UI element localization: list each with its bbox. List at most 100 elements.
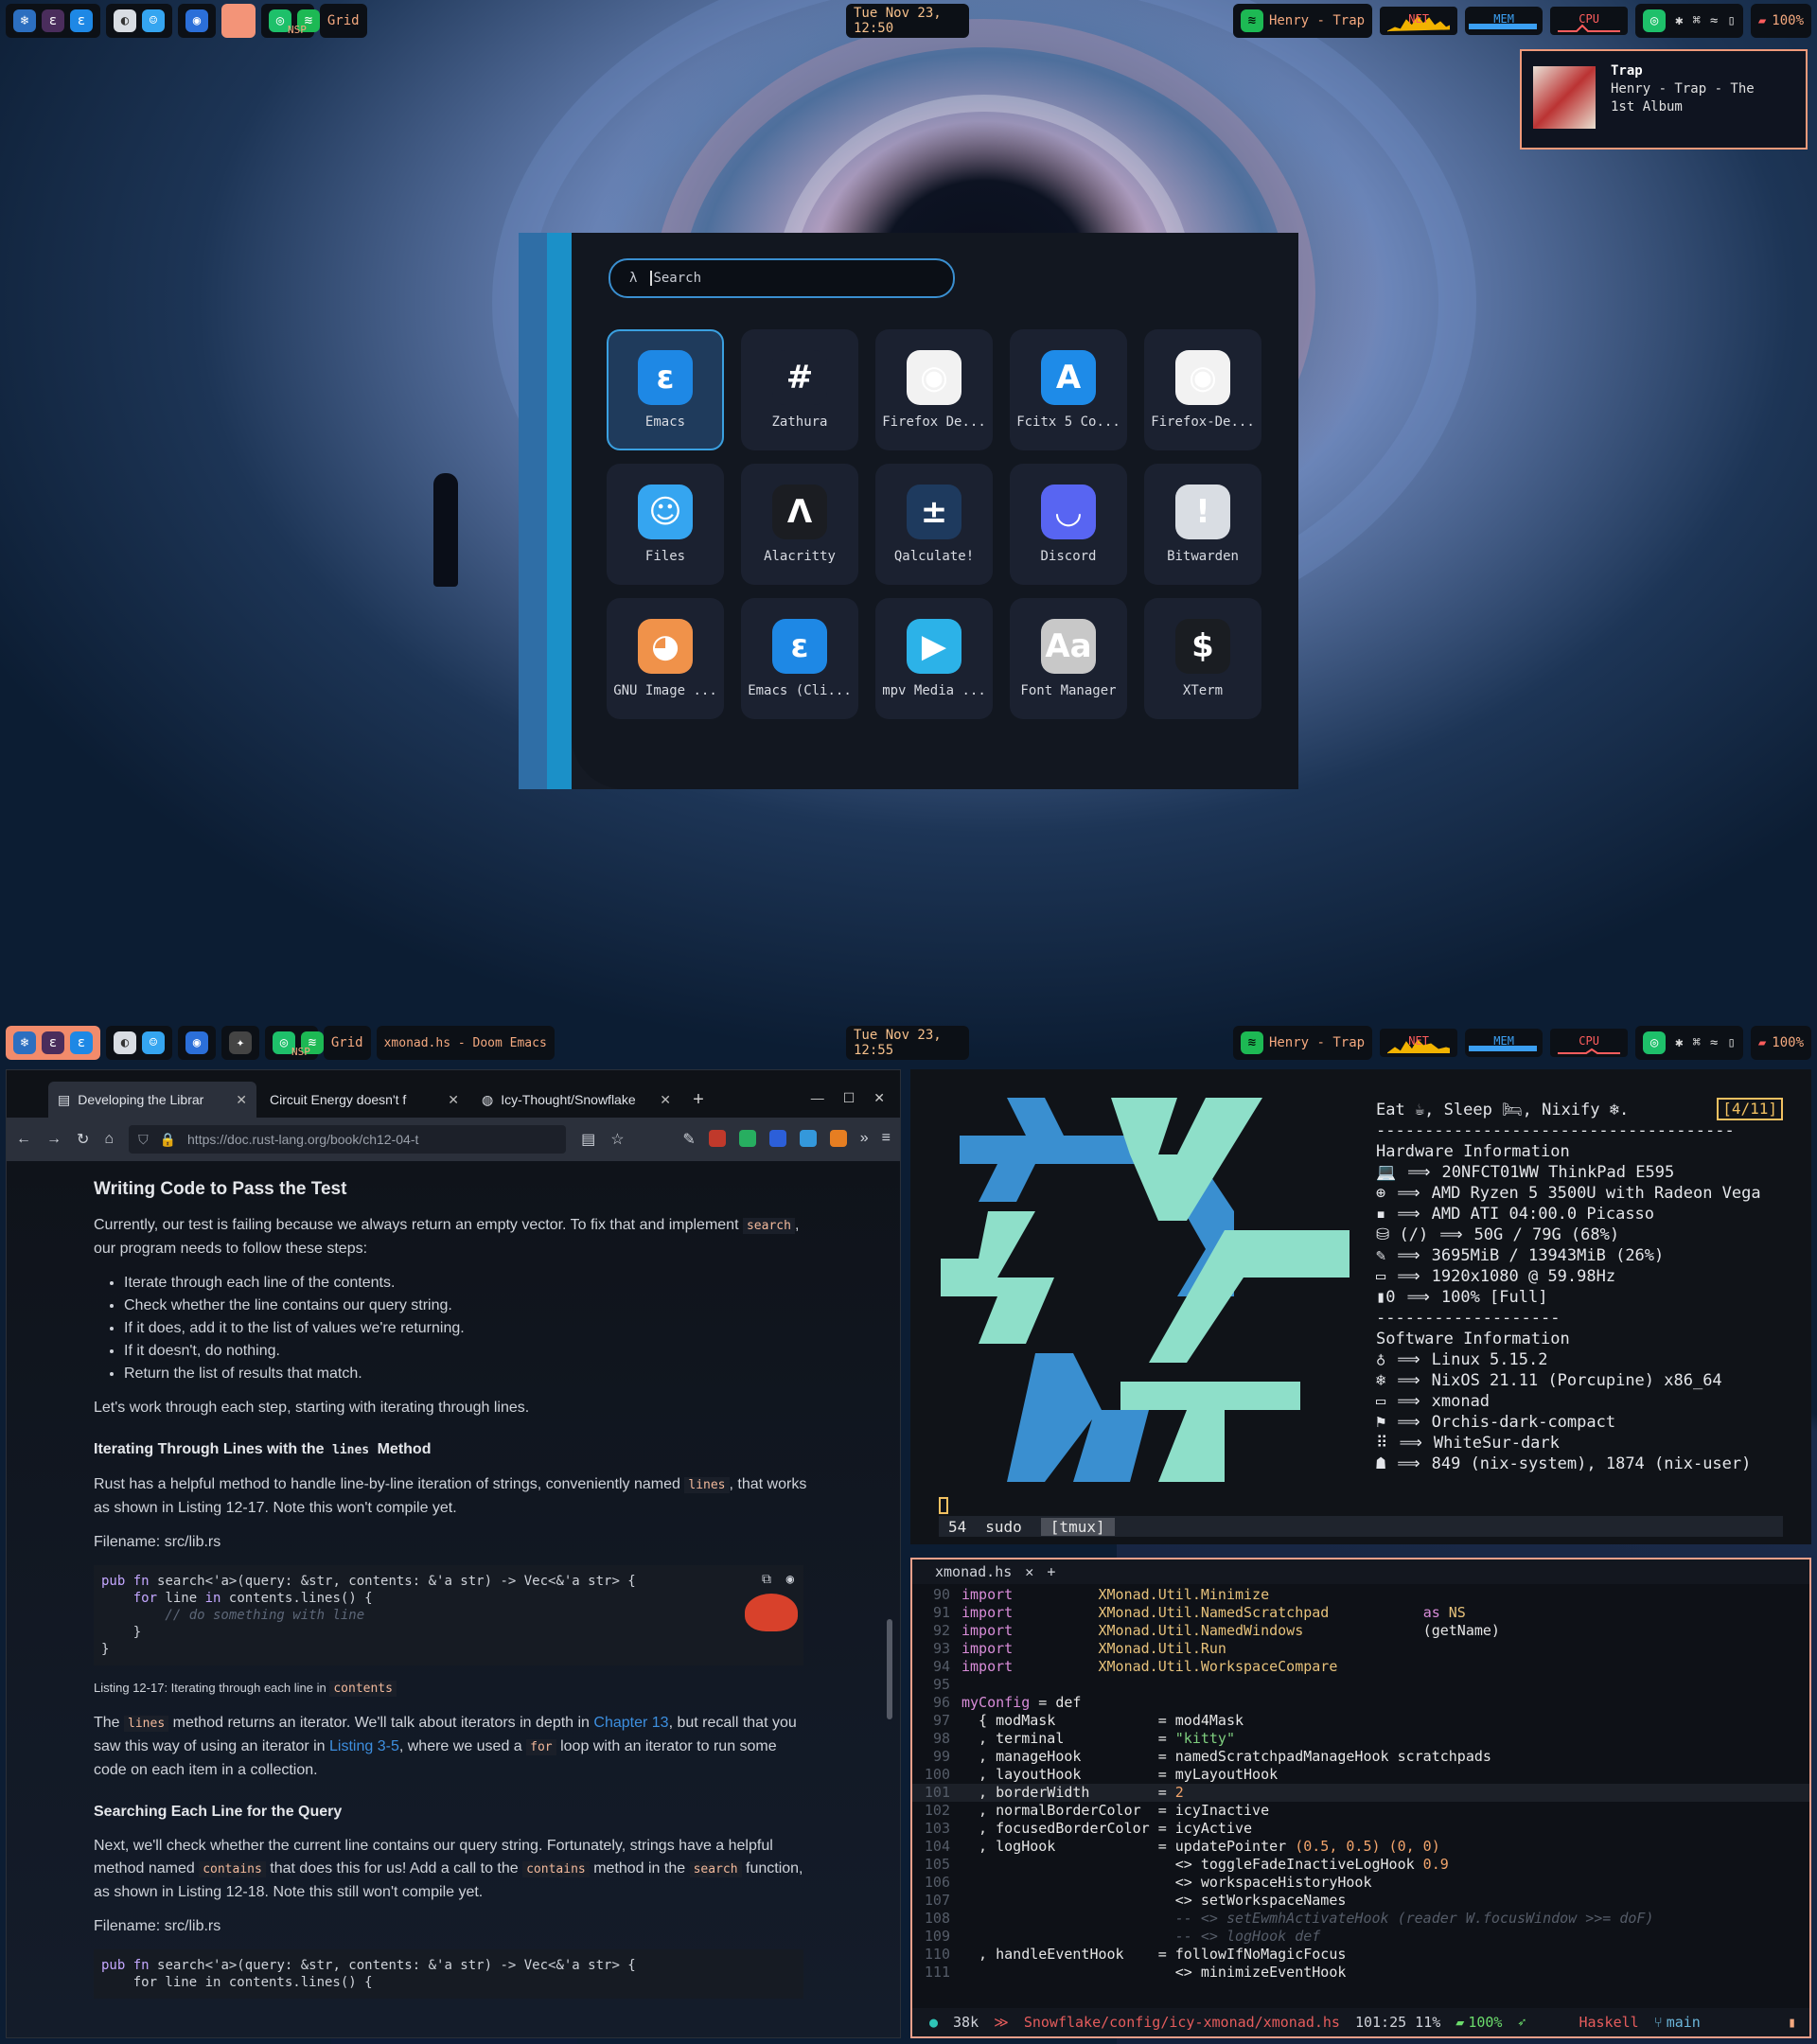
wrench-icon[interactable]: ✎ bbox=[682, 1130, 695, 1149]
code-token: XMonad.Util.WorkspaceCompare bbox=[1098, 1658, 1338, 1675]
app-tile[interactable]: Aa Font Manager bbox=[1010, 598, 1127, 719]
music-notification[interactable]: Trap Henry - Trap - The 1st Album bbox=[1520, 49, 1808, 150]
overflow-icon[interactable]: » bbox=[860, 1130, 869, 1149]
app-tile[interactable]: ◡ Discord bbox=[1010, 464, 1127, 585]
xterm-icon: $ bbox=[1175, 619, 1230, 674]
spotify-widget[interactable]: ≋ Henry - Trap bbox=[1232, 1026, 1373, 1060]
app-tile[interactable]: ± Qalculate! bbox=[875, 464, 993, 585]
url-bar[interactable]: ⛉ 🔒 https://doc.rust-lang.org/book/ch12-… bbox=[129, 1125, 567, 1154]
filename: Filename: src/lib.rs bbox=[94, 1534, 221, 1550]
workspace-2[interactable]: ◐ ☺ bbox=[106, 1026, 172, 1060]
file-tab[interactable]: xmonad.hs bbox=[935, 1563, 1012, 1580]
chapter-13-link[interactable]: Chapter 13 bbox=[593, 1715, 668, 1731]
app-tile[interactable]: ☺ Files bbox=[607, 464, 724, 585]
phone-icon[interactable]: ▯ bbox=[1727, 13, 1735, 28]
battery-widget: ▰ 100% bbox=[1750, 4, 1811, 38]
arrow-icon: ⟹ bbox=[1397, 1413, 1420, 1432]
app-tile[interactable]: A Fcitx 5 Co... bbox=[1010, 329, 1127, 450]
close-icon[interactable]: ✕ bbox=[660, 1092, 671, 1108]
app-tile[interactable]: ◉ Firefox-De... bbox=[1144, 329, 1261, 450]
launcher-search[interactable]: λ Search bbox=[609, 258, 955, 298]
forward-icon[interactable]: → bbox=[46, 1131, 62, 1148]
new-tab-button[interactable]: + bbox=[684, 1082, 713, 1118]
code-token: XMonad.Util.Run bbox=[1098, 1640, 1226, 1657]
app-label: Files bbox=[644, 549, 686, 564]
workspace-1-active[interactable]: ❄ ε ε bbox=[6, 1026, 100, 1060]
layout-indicator[interactable]: Grid bbox=[323, 1026, 371, 1060]
app-tile[interactable]: ! Bitwarden bbox=[1144, 464, 1261, 585]
save-icon[interactable] bbox=[799, 1130, 817, 1147]
url-text[interactable]: https://doc.rust-lang.org/book/ch12-04-t bbox=[187, 1132, 418, 1147]
bluetooth-icon[interactable]: ✱ bbox=[1675, 1035, 1683, 1050]
ublock-icon[interactable] bbox=[708, 1130, 726, 1147]
minimize-icon[interactable]: — bbox=[811, 1090, 824, 1106]
tmux-session[interactable]: [tmux] bbox=[1040, 1517, 1115, 1536]
app-tile[interactable]: Λ Alacritty bbox=[741, 464, 858, 585]
workspace-nsp[interactable]: ◎ ≋ NSP bbox=[261, 4, 320, 38]
close-icon[interactable]: ✕ bbox=[236, 1092, 247, 1108]
workspace-4-active[interactable] bbox=[221, 4, 256, 38]
app-tile[interactable]: ◕ GNU Image ... bbox=[607, 598, 724, 719]
code-line: 90 import XMonad.Util.Minimize bbox=[912, 1586, 1809, 1604]
arrow-icon: ⟹ bbox=[1406, 1288, 1430, 1307]
app-tile[interactable]: ε Emacs (Cli... bbox=[741, 598, 858, 719]
listing-caption: Listing 12-17: Iterating through each li… bbox=[94, 1677, 813, 1700]
workspace-2[interactable]: ◐ ☺ bbox=[106, 4, 172, 38]
code-line: 108 -- <> setEwmhActivateHook (reader W.… bbox=[912, 1910, 1809, 1928]
workspace-nsp[interactable]: ◎ ≋ NSP bbox=[265, 1026, 324, 1060]
maximize-icon[interactable]: ☐ bbox=[843, 1090, 856, 1106]
app-label: Bitwarden bbox=[1167, 549, 1239, 564]
list-item: If it does, add it to the list of values… bbox=[124, 1317, 900, 1340]
code-editor[interactable]: 90 import XMonad.Util.Minimize 91 import XM… bbox=[912, 1586, 1809, 2008]
phone-icon[interactable]: ▯ bbox=[1727, 1035, 1735, 1050]
app-tile[interactable]: ▶ mpv Media ... bbox=[875, 598, 993, 719]
back-icon[interactable]: ← bbox=[16, 1131, 31, 1148]
command-icon[interactable]: ⌘ bbox=[1693, 1035, 1701, 1050]
systray[interactable]: ◎ ✱ ⌘ ≈ ▯ bbox=[1635, 1026, 1743, 1060]
extension-icon[interactable] bbox=[738, 1130, 756, 1147]
code-token: import bbox=[961, 1586, 1014, 1603]
layout-indicator[interactable]: Grid bbox=[319, 4, 367, 38]
app-tile[interactable]: # Zathura bbox=[741, 329, 858, 450]
privacy-badger-icon[interactable] bbox=[768, 1130, 786, 1147]
tray-app-icon[interactable]: ◎ bbox=[1643, 9, 1667, 32]
tab-circuit-energy[interactable]: Circuit Energy doesn't f ✕ bbox=[260, 1082, 468, 1118]
workspace-4[interactable]: ✦ bbox=[221, 1026, 259, 1060]
workspace-3[interactable]: ◉ bbox=[178, 4, 216, 38]
close-window-icon[interactable]: ✕ bbox=[873, 1090, 885, 1106]
close-icon[interactable]: ✕ bbox=[1025, 1563, 1033, 1580]
app-tile[interactable]: ε Emacs bbox=[607, 329, 724, 450]
scrollbar[interactable] bbox=[887, 1619, 892, 1719]
wifi-icon[interactable]: ≈ bbox=[1710, 1035, 1718, 1050]
fetch-icon: ⠿ bbox=[1376, 1434, 1388, 1453]
listing-3-5-link[interactable]: Listing 3-5 bbox=[329, 1738, 399, 1754]
command-icon[interactable]: ⌘ bbox=[1693, 13, 1701, 28]
eye-icon[interactable]: ◉ bbox=[786, 1571, 794, 1588]
bluetooth-icon[interactable]: ✱ bbox=[1675, 13, 1683, 28]
battery-percent: 100% bbox=[1772, 1035, 1804, 1050]
fox-icon[interactable] bbox=[829, 1130, 847, 1147]
app-tile[interactable]: $ XTerm bbox=[1144, 598, 1261, 719]
new-tab-button[interactable]: + bbox=[1047, 1563, 1055, 1580]
tab-github[interactable]: ◍ Icy-Thought/Snowflake ✕ bbox=[472, 1082, 680, 1118]
code-line: 109 -- <> logHook def bbox=[912, 1928, 1809, 1946]
workspace-3[interactable]: ◉ bbox=[178, 1026, 216, 1060]
copy-icon[interactable]: ⧉ bbox=[762, 1571, 771, 1588]
workspace-1[interactable]: ❄ ε ε bbox=[6, 4, 100, 38]
wifi-icon[interactable]: ≈ bbox=[1710, 13, 1718, 28]
home-icon[interactable]: ⌂ bbox=[104, 1131, 114, 1148]
reader-view-icon[interactable]: ▤ bbox=[581, 1130, 595, 1149]
tab-rust-book[interactable]: ▤ Developing the Librar ✕ bbox=[48, 1082, 256, 1118]
menu-icon[interactable]: ≡ bbox=[882, 1130, 891, 1149]
mpv-icon: ▶ bbox=[907, 619, 961, 674]
systray[interactable]: ◎ ✱ ⌘ ≈ ▯ bbox=[1635, 4, 1743, 38]
tray-app-icon[interactable]: ◎ bbox=[1643, 1031, 1667, 1054]
reload-icon[interactable]: ↻ bbox=[77, 1130, 89, 1149]
spotify-widget[interactable]: ≋ Henry - Trap bbox=[1232, 4, 1373, 38]
app-tile[interactable]: ◉ Firefox De... bbox=[875, 329, 993, 450]
code-line: 95 bbox=[912, 1676, 1809, 1694]
close-icon[interactable]: ✕ bbox=[448, 1092, 459, 1108]
bookmark-star-icon[interactable]: ☆ bbox=[610, 1130, 624, 1149]
search-input[interactable]: Search bbox=[650, 271, 701, 286]
